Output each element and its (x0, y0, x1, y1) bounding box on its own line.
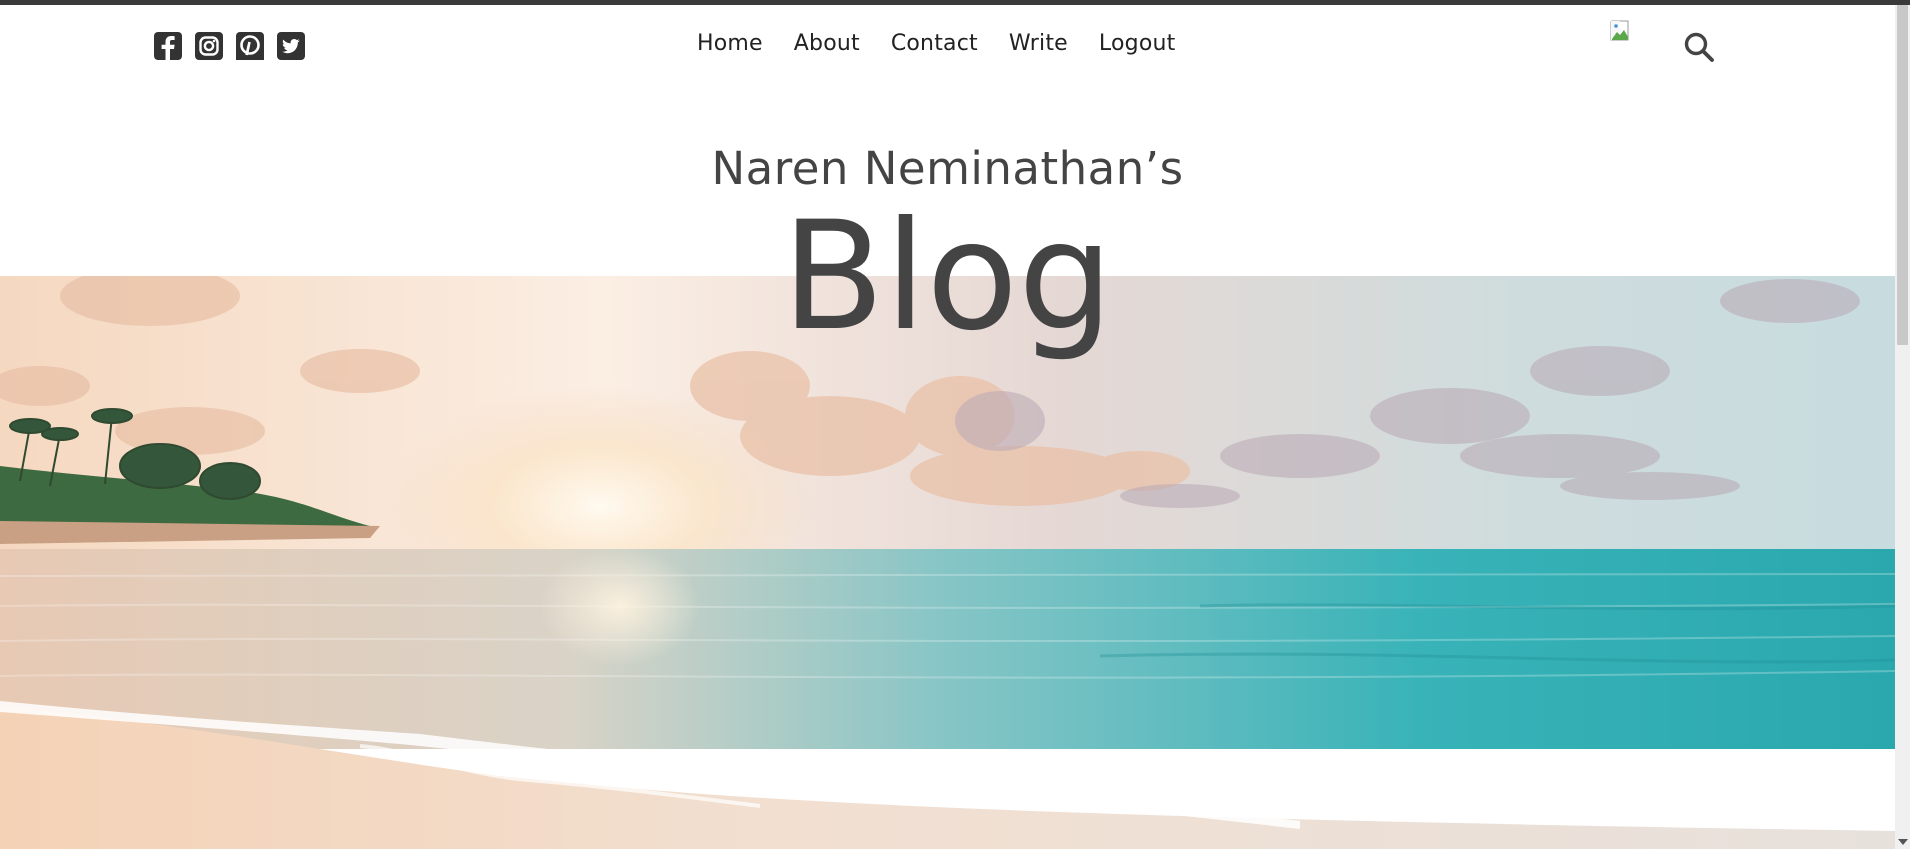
main-nav: Home About Contact Write Logout (697, 31, 1175, 56)
facebook-icon[interactable] (154, 32, 182, 60)
blog-owner-title: Naren Neminathan’s (711, 142, 1184, 195)
nav-about-link[interactable]: About (794, 31, 860, 56)
top-bar: Home About Contact Write Logout (0, 5, 1895, 81)
nav-home-link[interactable]: Home (697, 31, 763, 56)
instagram-icon[interactable] (195, 32, 223, 60)
nav-write-link[interactable]: Write (1009, 31, 1068, 56)
user-avatar[interactable] (1602, 13, 1660, 71)
nav-logout-link[interactable]: Logout (1099, 31, 1176, 56)
twitter-icon[interactable] (277, 32, 305, 60)
pinterest-icon[interactable] (236, 32, 264, 60)
social-links (154, 32, 305, 60)
nav-contact-link[interactable]: Contact (891, 31, 978, 56)
search-icon[interactable] (1683, 31, 1715, 63)
scrollbar-thumb[interactable] (1897, 5, 1908, 345)
scroll-down-arrow-icon[interactable] (1898, 839, 1908, 845)
blog-title: Blog (781, 190, 1114, 364)
page-scrollbar[interactable] (1895, 5, 1910, 849)
broken-image-icon (1610, 20, 1629, 41)
